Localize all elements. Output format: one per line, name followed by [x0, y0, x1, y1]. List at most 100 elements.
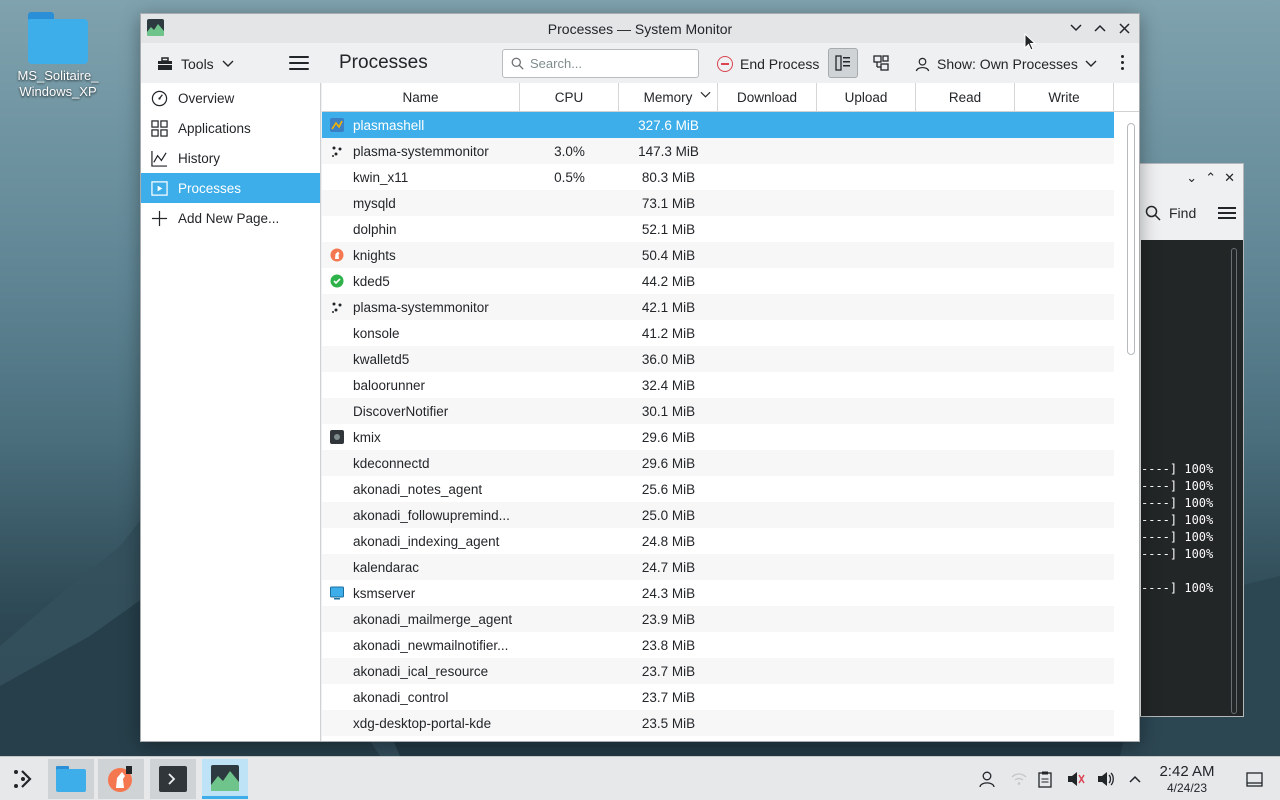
user-switcher-icon[interactable]	[978, 769, 996, 789]
sidebar-item-applications[interactable]: Applications	[141, 113, 320, 143]
table-row[interactable]: akonadi_notes_agent 25.6 MiB	[322, 476, 1114, 502]
maximize-icon[interactable]: ⌃	[1205, 170, 1216, 186]
show-desktop-icon[interactable]	[1244, 769, 1264, 789]
table-row[interactable]: kwin_x11 0.5% 80.3 MiB	[322, 164, 1114, 190]
table-row[interactable]: kalendarac 24.7 MiB	[322, 554, 1114, 580]
table-row[interactable]: DiscoverNotifier 30.1 MiB	[322, 398, 1114, 424]
background-konsole-window[interactable]: ⌄ ⌃ ✕ Find ----] 100% ----] 100% ----] 1…	[1130, 163, 1244, 717]
network-icon[interactable]	[1010, 769, 1028, 789]
sidebar-item-add-new-page[interactable]: Add New Page...	[141, 203, 320, 233]
tools-menu-button[interactable]: Tools	[151, 51, 240, 77]
system-tray-expand-icon[interactable]	[1126, 769, 1144, 789]
taskbar-knights[interactable]	[98, 759, 144, 799]
sidebar-item-processes[interactable]: Processes	[141, 173, 320, 203]
table-row[interactable]: kmix 29.6 MiB	[322, 424, 1114, 450]
process-name: DiscoverNotifier	[353, 403, 449, 419]
process-io-cells	[718, 502, 1114, 528]
clock-date: 4/24/23	[1166, 781, 1208, 795]
application-launcher-button[interactable]	[0, 759, 46, 799]
close-icon[interactable]	[1115, 18, 1133, 38]
sidebar-item-overview[interactable]: Overview	[141, 83, 320, 113]
process-io-cells	[718, 424, 1114, 450]
table-row[interactable]: mysqld 73.1 MiB	[322, 190, 1114, 216]
list-view-button[interactable]	[828, 48, 858, 78]
column-header-upload[interactable]: Upload	[817, 83, 916, 111]
search-box[interactable]	[502, 49, 699, 78]
terminal-icon	[159, 766, 187, 792]
table-row[interactable]: ksmserver 24.3 MiB	[322, 580, 1114, 606]
minimize-icon[interactable]	[1067, 18, 1085, 38]
table-row[interactable]: baloorunner 32.4 MiB	[322, 372, 1114, 398]
table-row[interactable]: akonadi_control 23.7 MiB	[322, 684, 1114, 710]
process-io-cells	[718, 164, 1114, 190]
sidebar-item-history[interactable]: History	[141, 143, 320, 173]
window-titlebar[interactable]: Processes — System Monitor	[141, 14, 1139, 43]
close-icon[interactable]: ✕	[1224, 170, 1235, 186]
desktop-folder-shortcut[interactable]: MS_Solitaire_ Windows_XP	[12, 12, 104, 100]
stop-icon	[717, 56, 733, 72]
terminal-output[interactable]: ----] 100% ----] 100% ----] 100% ----] 1…	[1141, 240, 1243, 716]
column-header-read[interactable]: Read	[916, 83, 1015, 111]
process-memory: 52.1 MiB	[641, 221, 696, 237]
audio-muted-icon[interactable]	[1066, 769, 1086, 789]
knights-icon	[330, 248, 344, 262]
column-header-name[interactable]: Name	[322, 83, 520, 111]
table-row[interactable]: plasmashell 327.6 MiB	[322, 112, 1114, 138]
processes-icon	[151, 180, 168, 196]
hamburger-menu-icon[interactable]	[289, 53, 309, 73]
process-memory: 50.4 MiB	[641, 247, 696, 263]
end-process-label: End Process	[740, 56, 820, 72]
process-table[interactable]: Name CPU Memory Download Upload Read Wri…	[322, 83, 1139, 741]
table-row[interactable]: konsole 41.2 MiB	[322, 320, 1114, 346]
process-memory: 29.6 MiB	[641, 455, 696, 471]
show-filter-dropdown[interactable]: Show: Own Processes	[911, 51, 1101, 77]
digital-clock[interactable]: 2:42 AM 4/24/23	[1152, 763, 1222, 795]
search-input[interactable]	[530, 56, 690, 71]
more-options-icon[interactable]	[1121, 55, 1125, 70]
hamburger-menu-icon[interactable]	[1218, 206, 1237, 220]
sort-descending-icon	[700, 91, 711, 98]
column-header-cpu[interactable]: CPU	[520, 83, 619, 111]
column-header-download[interactable]: Download	[718, 83, 817, 111]
process-io-cells	[718, 710, 1114, 736]
terminal-line: ----] 100%	[1141, 479, 1214, 493]
table-row[interactable]: plasma-systemmonitor 3.0% 147.3 MiB	[322, 138, 1114, 164]
kmix-icon	[330, 430, 344, 444]
table-row[interactable]: akonadi_newmailnotifier... 23.8 MiB	[322, 632, 1114, 658]
process-rows: plasmashell 327.6 MiB plasma-systemmonitor…	[322, 112, 1114, 736]
table-row[interactable]: akonadi_indexing_agent 24.8 MiB	[322, 528, 1114, 554]
process-cpu	[520, 658, 619, 684]
end-process-button[interactable]: End Process	[711, 51, 825, 77]
volume-icon[interactable]	[1096, 769, 1116, 789]
system-monitor-window[interactable]: Processes — System Monitor Tools Process…	[140, 13, 1140, 742]
column-header-memory[interactable]: Memory	[619, 83, 718, 111]
process-cpu: 0.5%	[554, 169, 585, 185]
process-io-cells	[718, 554, 1114, 580]
tree-view-button[interactable]	[866, 48, 896, 78]
clipboard-icon[interactable]	[1036, 769, 1054, 789]
maximize-icon[interactable]	[1091, 18, 1109, 38]
taskbar-konsole[interactable]	[150, 759, 196, 799]
table-row[interactable]: dolphin 52.1 MiB	[322, 216, 1114, 242]
process-memory: 24.3 MiB	[641, 585, 696, 601]
table-scrollbar[interactable]	[1127, 123, 1135, 355]
table-row[interactable]: xdg-desktop-portal-kde 23.5 MiB	[322, 710, 1114, 736]
taskbar-dolphin[interactable]	[48, 759, 94, 799]
table-row[interactable]: kdeconnectd 29.6 MiB	[322, 450, 1114, 476]
terminal-scrollbar[interactable]	[1231, 248, 1237, 714]
process-name: akonadi_newmailnotifier...	[353, 637, 509, 653]
process-name: baloorunner	[353, 377, 426, 393]
table-row[interactable]: akonadi_mailmerge_agent 23.9 MiB	[322, 606, 1114, 632]
table-row[interactable]: akonadi_followupremind... 25.0 MiB	[322, 502, 1114, 528]
table-row[interactable]: akonadi_ical_resource 23.7 MiB	[322, 658, 1114, 684]
table-row[interactable]: plasma-systemmonitor 42.1 MiB	[322, 294, 1114, 320]
table-row[interactable]: kded5 44.2 MiB	[322, 268, 1114, 294]
column-header-write[interactable]: Write	[1015, 83, 1114, 111]
minimize-icon[interactable]: ⌄	[1186, 170, 1197, 186]
process-name: dolphin	[353, 221, 397, 237]
table-row[interactable]: kwalletd5 36.0 MiB	[322, 346, 1114, 372]
table-row[interactable]: knights 50.4 MiB	[322, 242, 1114, 268]
sysmon-icon	[330, 300, 344, 314]
taskbar-system-monitor[interactable]	[202, 759, 248, 799]
find-button[interactable]: Find	[1169, 205, 1196, 221]
